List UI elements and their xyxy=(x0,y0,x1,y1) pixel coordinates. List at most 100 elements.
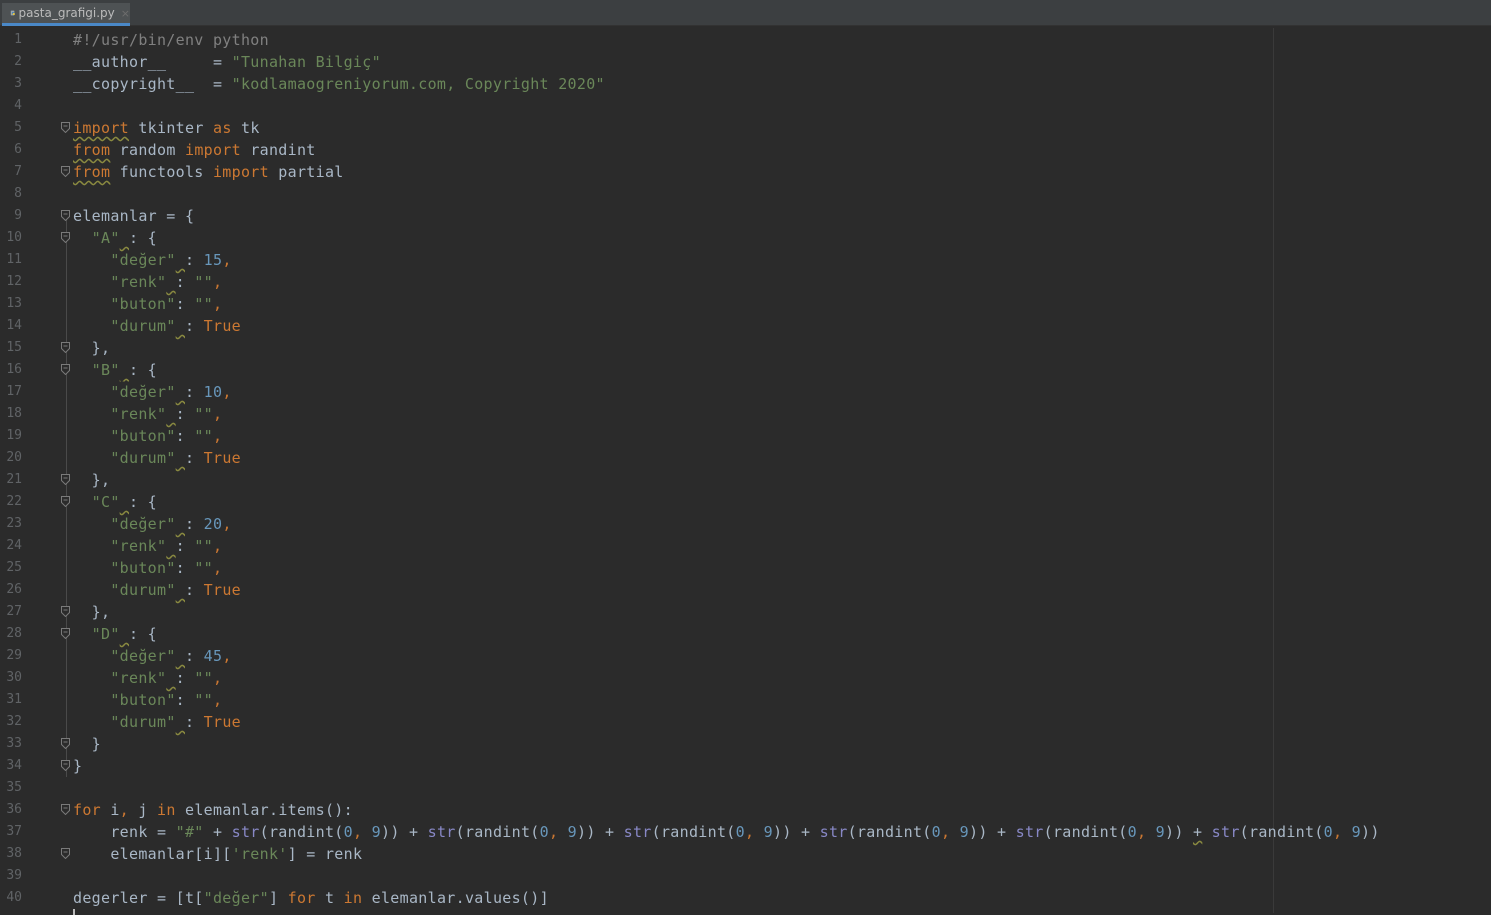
code-line[interactable]: 35 xyxy=(0,777,1491,799)
code-line[interactable]: 37 renk = "#" + str(randint(0, 9)) + str… xyxy=(0,821,1491,843)
line-number: 17 xyxy=(6,384,22,399)
fold-marker-icon[interactable] xyxy=(61,232,70,243)
fold-marker-icon[interactable] xyxy=(61,474,70,485)
code-line[interactable]: 28 "D" : { xyxy=(0,623,1491,645)
code-line[interactable]: 24 "renk" : "", xyxy=(0,535,1491,557)
code-token: : xyxy=(185,713,204,731)
code-line[interactable]: 22 "C" : { xyxy=(0,491,1491,513)
code-line[interactable]: 31 "buton": "", xyxy=(0,689,1491,711)
code-line[interactable]: 26 "durum" : True xyxy=(0,579,1491,601)
code-line[interactable]: 6 from random import randint xyxy=(0,139,1491,161)
code-token: "durum" xyxy=(110,713,176,731)
line-number: 25 xyxy=(6,560,22,575)
code-token: (randint( xyxy=(847,823,932,841)
code-line[interactable]: 27 }, xyxy=(0,601,1491,623)
code-text: "buton": "", xyxy=(73,689,222,711)
fold-marker-icon[interactable] xyxy=(61,628,70,639)
code-line[interactable]: 10 "A" : { xyxy=(0,227,1491,249)
code-line[interactable]: 19 "buton": "", xyxy=(0,425,1491,447)
code-line[interactable]: 14 "durum" : True xyxy=(0,315,1491,337)
close-tab-icon[interactable]: × xyxy=(121,7,130,20)
code-line[interactable]: 25 "buton": "", xyxy=(0,557,1491,579)
code-line[interactable]: 23 "değer" : 20, xyxy=(0,513,1491,535)
code-token: 9 xyxy=(763,823,773,841)
code-token: , xyxy=(222,647,232,665)
fold-marker-icon[interactable] xyxy=(61,738,70,749)
code-line[interactable]: 7 from functools import partial xyxy=(0,161,1491,183)
code-line[interactable]: 18 "renk" : "", xyxy=(0,403,1491,425)
code-token: )) xyxy=(1164,823,1193,841)
code-token: 15 xyxy=(203,251,223,269)
code-token: str xyxy=(231,823,260,841)
code-token: "durum" xyxy=(110,449,176,467)
tab-pasta-grafigi[interactable]: pasta_grafigi.py × xyxy=(2,3,130,26)
code-token: : xyxy=(185,449,204,467)
fold-marker-icon[interactable] xyxy=(61,364,70,375)
code-line[interactable]: 21 }, xyxy=(0,469,1491,491)
fold-marker-icon[interactable] xyxy=(61,496,70,507)
fold-marker-icon[interactable] xyxy=(61,210,70,221)
line-number: 36 xyxy=(6,802,22,817)
python-file-icon xyxy=(10,10,15,16)
code-line[interactable]: 17 "değer" : 10, xyxy=(0,381,1491,403)
code-line[interactable]: 29 "değer" : 45, xyxy=(0,645,1491,667)
line-number: 20 xyxy=(6,450,22,465)
code-line[interactable]: 15 }, xyxy=(0,337,1491,359)
code-line[interactable]: 13 "buton": "", xyxy=(0,293,1491,315)
code-text: "renk" : "", xyxy=(73,271,222,293)
code-text: "değer" : 20, xyxy=(73,513,232,535)
fold-marker-icon[interactable] xyxy=(61,122,70,133)
code-line[interactable]: 38 elemanlar[i]['renk'] = renk xyxy=(0,843,1491,865)
line-number: 31 xyxy=(6,692,22,707)
code-token: , xyxy=(213,405,223,423)
code-token: "buton" xyxy=(110,559,176,577)
code-token: (randint( xyxy=(259,823,344,841)
code-line[interactable]: 9 elemanlar = { xyxy=(0,205,1491,227)
code-line[interactable]: 11 "değer" : 15, xyxy=(0,249,1491,271)
code-line[interactable]: 2 __author__ = "Tunahan Bilgiç" xyxy=(0,51,1491,73)
code-token: ] xyxy=(268,889,288,907)
fold-marker-icon[interactable] xyxy=(61,804,70,815)
code-line[interactable]: 30 "renk" : "", xyxy=(0,667,1491,689)
code-line[interactable]: 1 #!/usr/bin/env python xyxy=(0,29,1491,51)
code-line[interactable]: 20 "durum" : True xyxy=(0,447,1491,469)
code-line[interactable]: 5 import tkinter as tk xyxy=(0,117,1491,139)
code-token: , xyxy=(213,273,223,291)
code-line[interactable]: 12 "renk" : "", xyxy=(0,271,1491,293)
fold-marker-icon[interactable] xyxy=(61,848,70,859)
code-token: in xyxy=(343,889,363,907)
fold-marker-icon[interactable] xyxy=(61,166,70,177)
code-token: str xyxy=(1015,823,1044,841)
code-token: } xyxy=(73,757,83,775)
code-line[interactable]: 16 "B" : { xyxy=(0,359,1491,381)
code-token: } xyxy=(73,735,101,753)
code-editor[interactable]: 1 #!/usr/bin/env python 2 __author__ = "Tun… xyxy=(0,28,1491,915)
code-line[interactable]: 32 "durum" : True xyxy=(0,711,1491,733)
fold-marker-icon[interactable] xyxy=(61,760,70,771)
fold-marker-icon[interactable] xyxy=(61,342,70,353)
code-line[interactable]: 36 for i, j in elemanlar.items(): xyxy=(0,799,1491,821)
line-number: 16 xyxy=(6,362,22,377)
line-number: 5 xyxy=(14,120,22,135)
code-line[interactable]: 8 xyxy=(0,183,1491,205)
code-token: "" xyxy=(194,537,214,555)
code-token: , xyxy=(119,801,130,819)
line-number: 6 xyxy=(14,142,22,157)
fold-marker-icon[interactable] xyxy=(61,606,70,617)
code-line[interactable]: 40 degerler = [t["değer"] for t in eleman… xyxy=(0,887,1491,909)
code-token: )) + xyxy=(772,823,820,841)
code-token: 0 xyxy=(539,823,549,841)
code-line[interactable]: 4 xyxy=(0,95,1491,117)
code-token: str xyxy=(427,823,456,841)
code-token: tkinter xyxy=(129,119,213,137)
code-line[interactable]: 34} xyxy=(0,755,1491,777)
code-line[interactable]: 39 xyxy=(0,865,1491,887)
code-line[interactable]: 33 } xyxy=(0,733,1491,755)
code-line[interactable]: 3 __copyright__ = "kodlamaogreniyorum.com… xyxy=(0,73,1491,95)
